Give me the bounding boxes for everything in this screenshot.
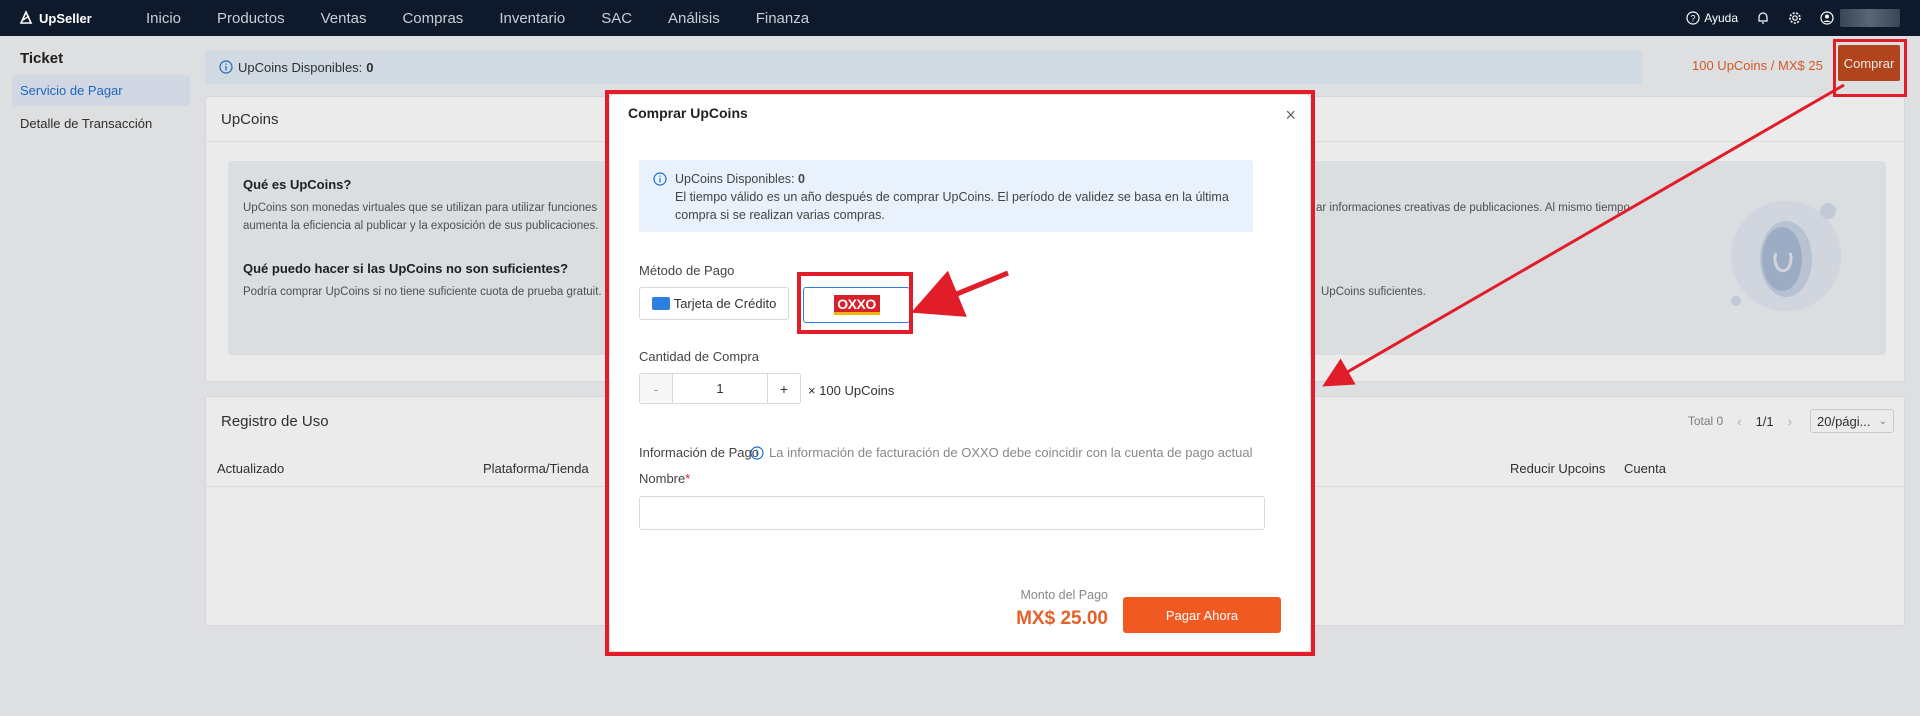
nav-item-ventas[interactable]: Ventas bbox=[321, 10, 367, 27]
upseller-logo-icon bbox=[19, 10, 33, 24]
bell-icon bbox=[1758, 12, 1768, 24]
gear-icon bbox=[1789, 12, 1801, 24]
nav-item-sac[interactable]: SAC bbox=[601, 10, 632, 27]
help-label: Ayuda bbox=[1704, 11, 1738, 25]
app-logo[interactable]: UpSeller bbox=[18, 10, 128, 26]
nav-item-compras[interactable]: Compras bbox=[402, 10, 463, 27]
svg-text:?: ? bbox=[1691, 14, 1696, 24]
redacted-username bbox=[1840, 9, 1900, 27]
logo-text: UpSeller bbox=[39, 10, 92, 26]
notification-button[interactable] bbox=[1756, 11, 1770, 25]
annotation-buy-frame bbox=[1833, 39, 1907, 97]
nav-item-inicio[interactable]: Inicio bbox=[146, 10, 181, 27]
annotation-modal-frame bbox=[605, 90, 1315, 656]
nav-item-finanza[interactable]: Finanza bbox=[756, 10, 809, 27]
nav-item-analisis[interactable]: Análisis bbox=[668, 10, 720, 27]
help-link[interactable]: ? Ayuda bbox=[1686, 11, 1738, 25]
user-icon bbox=[1820, 11, 1834, 25]
top-navbar: UpSeller Inicio Productos Ventas Compras… bbox=[0, 0, 1920, 36]
help-icon: ? bbox=[1686, 11, 1700, 25]
nav-item-productos[interactable]: Productos bbox=[217, 10, 285, 27]
annotation-oxxo-frame bbox=[797, 272, 913, 334]
nav-item-inventario[interactable]: Inventario bbox=[499, 10, 565, 27]
settings-button[interactable] bbox=[1788, 11, 1802, 25]
user-menu[interactable] bbox=[1820, 9, 1900, 27]
